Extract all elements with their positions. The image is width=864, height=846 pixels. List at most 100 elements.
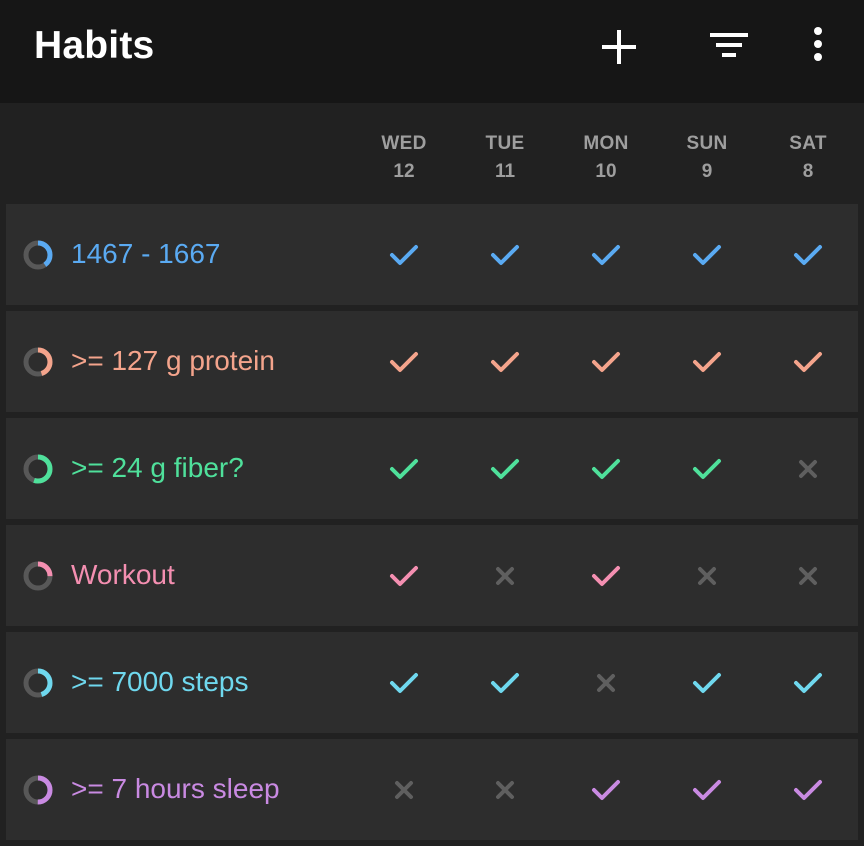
check-icon	[693, 780, 721, 800]
score-ring-icon	[23, 240, 53, 270]
habit-name[interactable]: >= 24 g fiber?	[71, 451, 244, 485]
plus-icon	[602, 30, 636, 64]
checkmark-cell[interactable]	[677, 764, 737, 816]
habit-row[interactable]: >= 7000 steps	[6, 632, 858, 733]
day-column-header: SAT 8	[768, 130, 848, 186]
missed-cell[interactable]	[677, 550, 737, 602]
check-icon	[592, 459, 620, 479]
day-column-header: TUE 11	[465, 130, 545, 186]
checkmark-cell[interactable]	[475, 229, 535, 281]
checkmark-cell[interactable]	[576, 764, 636, 816]
page-title: Habits	[34, 24, 155, 67]
close-icon	[496, 567, 514, 585]
habit-row[interactable]: >= 7 hours sleep	[6, 739, 858, 840]
habit-name[interactable]: >= 7 hours sleep	[71, 772, 280, 806]
checkmark-cell[interactable]	[374, 550, 434, 602]
score-ring-icon	[23, 347, 53, 377]
habit-score-ring	[22, 774, 54, 806]
check-icon	[794, 245, 822, 265]
habit-row[interactable]: >= 127 g protein	[6, 311, 858, 412]
habit-list: 1467 - 1667 >= 127 g protein >= 24 g fiber…	[6, 204, 858, 846]
check-icon	[794, 673, 822, 693]
check-icon	[592, 566, 620, 586]
add-habit-button[interactable]	[594, 22, 644, 72]
habit-name[interactable]: >= 7000 steps	[71, 665, 248, 699]
day-of-week-label: SUN	[686, 133, 728, 154]
habit-score-ring	[22, 453, 54, 485]
checkmark-cell[interactable]	[475, 657, 535, 709]
habit-row[interactable]: Workout	[6, 525, 858, 626]
check-icon	[390, 352, 418, 372]
checkmark-cell[interactable]	[677, 657, 737, 709]
check-icon	[794, 352, 822, 372]
checkmark-cell[interactable]	[576, 550, 636, 602]
day-column-header: WED 12	[364, 130, 444, 186]
habit-name[interactable]: >= 127 g protein	[71, 344, 275, 378]
checkmark-cell[interactable]	[475, 443, 535, 495]
checkmark-cell[interactable]	[778, 229, 838, 281]
check-icon	[794, 780, 822, 800]
day-of-month-label: 8	[802, 161, 814, 182]
day-of-month-label: 11	[494, 161, 516, 182]
habit-score-ring	[22, 667, 54, 699]
check-icon	[390, 673, 418, 693]
missed-cell[interactable]	[576, 657, 636, 709]
day-column-header: MON 10	[566, 130, 646, 186]
score-ring-icon	[23, 668, 53, 698]
habit-score-ring	[22, 560, 54, 592]
checkmark-cell[interactable]	[576, 443, 636, 495]
check-icon	[693, 352, 721, 372]
close-icon	[597, 674, 615, 692]
check-icon	[390, 566, 418, 586]
score-ring-icon	[23, 561, 53, 591]
checkmark-cell[interactable]	[677, 229, 737, 281]
check-icon	[491, 459, 519, 479]
checkmark-cell[interactable]	[576, 336, 636, 388]
habit-row[interactable]: 1467 - 1667	[6, 204, 858, 305]
habit-name[interactable]: 1467 - 1667	[71, 237, 220, 271]
check-icon	[491, 245, 519, 265]
check-icon	[693, 459, 721, 479]
app-toolbar: Habits	[0, 0, 864, 103]
more-options-button[interactable]	[793, 22, 843, 72]
missed-cell[interactable]	[374, 764, 434, 816]
close-icon	[799, 460, 817, 478]
habit-row[interactable]: >= 24 g fiber?	[6, 418, 858, 519]
checkmark-cell[interactable]	[778, 336, 838, 388]
checkmark-cell[interactable]	[374, 229, 434, 281]
check-icon	[491, 352, 519, 372]
checkmark-cell[interactable]	[677, 336, 737, 388]
check-icon	[491, 673, 519, 693]
missed-cell[interactable]	[778, 443, 838, 495]
close-icon	[496, 781, 514, 799]
missed-cell[interactable]	[778, 550, 838, 602]
habit-name[interactable]: Workout	[71, 558, 175, 592]
checkmark-cell[interactable]	[374, 443, 434, 495]
missed-cell[interactable]	[475, 550, 535, 602]
checkmark-cell[interactable]	[576, 229, 636, 281]
day-header: WED 12 TUE 11 MON 10 SUN 9 SAT 8	[0, 103, 864, 203]
missed-cell[interactable]	[475, 764, 535, 816]
checkmark-cell[interactable]	[475, 336, 535, 388]
checkmark-cell[interactable]	[677, 443, 737, 495]
score-ring-icon	[23, 775, 53, 805]
check-icon	[390, 459, 418, 479]
day-of-week-label: TUE	[485, 133, 525, 154]
close-icon	[799, 567, 817, 585]
check-icon	[390, 245, 418, 265]
score-ring-icon	[23, 454, 53, 484]
day-of-month-label: 12	[393, 161, 415, 182]
close-icon	[698, 567, 716, 585]
check-icon	[693, 245, 721, 265]
day-of-month-label: 9	[701, 161, 713, 182]
check-icon	[592, 780, 620, 800]
check-icon	[592, 352, 620, 372]
checkmark-cell[interactable]	[778, 657, 838, 709]
filter-button[interactable]	[704, 22, 754, 72]
checkmark-cell[interactable]	[374, 657, 434, 709]
day-of-week-label: WED	[381, 133, 427, 154]
day-column-header: SUN 9	[667, 130, 747, 186]
checkmark-cell[interactable]	[374, 336, 434, 388]
check-icon	[592, 245, 620, 265]
checkmark-cell[interactable]	[778, 764, 838, 816]
